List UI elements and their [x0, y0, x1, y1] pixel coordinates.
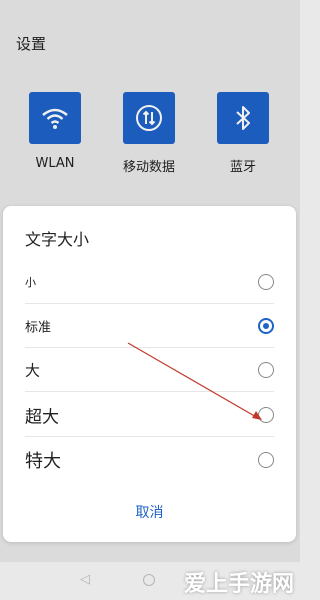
font-size-option-standard[interactable]: 标准: [3, 304, 296, 348]
watermark-logo: 爱上手游网: [183, 572, 294, 597]
font-size-option-large[interactable]: 大: [3, 348, 296, 392]
cancel-button[interactable]: 取消: [3, 502, 296, 522]
radio-button[interactable]: [258, 407, 274, 423]
option-label: 标准: [25, 320, 52, 336]
dialog-title: 文字大小: [25, 230, 90, 249]
option-label: 超大: [25, 407, 59, 428]
radio-button[interactable]: [258, 452, 274, 468]
font-size-option-huge[interactable]: 特大: [3, 438, 296, 482]
radio-button[interactable]: [258, 274, 274, 290]
option-label: 特大: [25, 451, 61, 472]
back-icon[interactable]: ◁: [80, 572, 90, 587]
font-size-option-small[interactable]: 小: [3, 260, 296, 304]
radio-button-checked[interactable]: [258, 318, 274, 334]
divider: [25, 391, 274, 392]
font-size-dialog: 文字大小 小 标准 大 超大 特大 取消: [3, 206, 296, 542]
option-label: 小: [25, 276, 36, 289]
radio-button[interactable]: [258, 362, 274, 378]
divider: [25, 436, 274, 437]
font-size-option-extra-large[interactable]: 超大: [3, 393, 296, 437]
home-icon[interactable]: [143, 574, 155, 586]
option-label: 大: [25, 361, 41, 380]
